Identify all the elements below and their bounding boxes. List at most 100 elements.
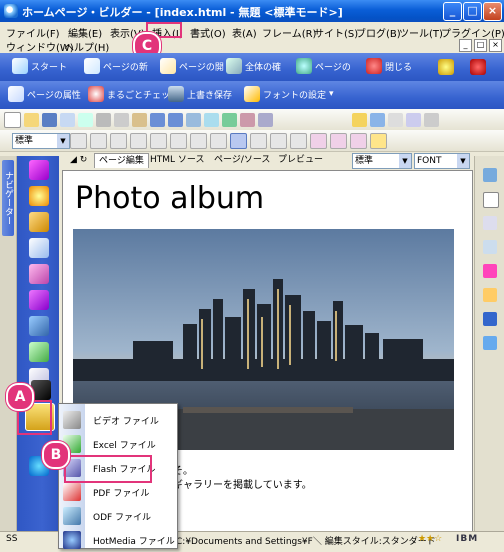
page-properties-button[interactable]: ページの属性 (8, 84, 81, 104)
folder-icon[interactable] (483, 288, 497, 302)
tab-page-edit[interactable]: ページ編集 (94, 153, 149, 168)
font-color-icon[interactable] (310, 133, 327, 149)
style-select[interactable]: 標準 ▼ (12, 133, 70, 149)
mdi-restore-button[interactable]: □ (474, 39, 487, 52)
menu-edit[interactable]: 編集(E) (68, 25, 102, 40)
save-button[interactable]: 上書き保存 (168, 84, 232, 104)
menu-frame[interactable]: フレーム(R) (262, 25, 316, 40)
world-icon[interactable] (483, 168, 497, 182)
mode-select[interactable]: 標準 ▼ (352, 153, 412, 169)
menu-item-hotmedia-file[interactable]: HotMedia ファイル (59, 528, 177, 552)
font-size-up-icon[interactable] (330, 133, 347, 149)
layer-icon[interactable] (29, 316, 49, 336)
rule-icon[interactable] (388, 113, 403, 127)
open-folder-icon[interactable] (24, 113, 39, 127)
mdi-minimize-button[interactable]: _ (459, 39, 472, 52)
close-page-button[interactable]: 閉じる (366, 56, 412, 76)
document-icon[interactable] (483, 192, 499, 208)
preview-icon[interactable] (78, 113, 93, 127)
bookmark-icon[interactable] (483, 312, 497, 326)
chevron-down-icon: ▼ (57, 134, 69, 148)
form-icon[interactable] (240, 113, 255, 127)
menu-table[interactable]: 表(A) (232, 25, 257, 40)
open-page-button[interactable]: ページの開 (160, 56, 224, 76)
font-settings-button[interactable]: フォントの設定 ▾ (244, 84, 334, 104)
copy-icon[interactable] (114, 113, 129, 127)
font-select[interactable]: FONT ▼ (414, 153, 470, 169)
tab-preview[interactable]: プレビュー (274, 153, 327, 167)
image-icon[interactable] (204, 113, 219, 127)
text-art-icon[interactable] (29, 160, 49, 180)
art-icon[interactable] (29, 290, 49, 310)
logo-icon[interactable] (29, 186, 49, 206)
edit-icon[interactable] (483, 240, 497, 254)
menu-item-pdf-file[interactable]: PDF ファイル (59, 480, 177, 504)
menu-file[interactable]: ファイル(F) (6, 25, 60, 40)
italic-icon[interactable] (250, 133, 267, 149)
page-heading[interactable]: Photo album (75, 181, 264, 216)
menu-plugin[interactable]: プラグイン(P) (441, 25, 504, 40)
chevron-down-icon: ▾ (329, 89, 334, 99)
status-mode: SS (6, 534, 18, 544)
indent-icon[interactable] (190, 133, 207, 149)
outdent-icon[interactable] (210, 133, 227, 149)
highlight-icon[interactable] (370, 133, 387, 149)
menu-format[interactable]: 書式(O) (190, 25, 226, 40)
menu-item-odf-file[interactable]: ODF ファイル (59, 504, 177, 528)
menu-help[interactable]: ヘルプ(H) (64, 39, 109, 54)
grid-table-icon[interactable] (29, 342, 49, 362)
numbered-list-icon[interactable] (170, 133, 187, 149)
blue-box-icon[interactable] (370, 113, 385, 127)
new-doc-icon[interactable] (4, 112, 21, 128)
align-center-icon[interactable] (90, 133, 107, 149)
close-button[interactable]: × (483, 2, 502, 21)
link-chain-icon[interactable] (29, 212, 49, 232)
justify-icon[interactable] (130, 133, 147, 149)
full-check-button[interactable]: まるごとチェック (88, 84, 179, 104)
sparkle-icon[interactable] (438, 59, 454, 75)
table-icon[interactable] (222, 113, 237, 127)
cut-icon[interactable] (96, 113, 111, 127)
underline-icon[interactable] (290, 133, 307, 149)
menu-tools[interactable]: ツール(T) (399, 25, 443, 40)
menu-item-excel-file[interactable]: Excel ファイル (59, 432, 177, 456)
start-button[interactable]: スタート (12, 56, 67, 76)
list-icon[interactable] (150, 133, 167, 149)
redo-icon[interactable] (168, 113, 183, 127)
link-icon[interactable] (186, 113, 201, 127)
shape-icon[interactable] (29, 264, 49, 284)
pencil-icon[interactable] (352, 113, 367, 127)
align-left-icon[interactable] (70, 133, 87, 149)
navigator-tab[interactable]: ナビゲーター (2, 160, 14, 236)
menu-site[interactable]: サイト(S) (314, 25, 358, 40)
align-right-icon[interactable] (110, 133, 127, 149)
tab-page-source[interactable]: ページ/ソース (210, 153, 274, 167)
bold-icon[interactable] (230, 133, 247, 149)
spell-icon[interactable] (258, 113, 273, 127)
save-disk-icon[interactable] (42, 113, 57, 127)
flash-file-highlight (64, 455, 152, 483)
minimize-button[interactable]: _ (443, 2, 462, 21)
image-file-icon[interactable] (29, 238, 49, 258)
overview-button[interactable]: 全体の確 (226, 56, 281, 76)
new-page-button[interactable]: ページの新 (84, 56, 148, 76)
grid-icon[interactable] (406, 113, 421, 127)
brush-icon[interactable] (31, 380, 51, 400)
alert-icon[interactable] (470, 59, 486, 75)
right-tool-panel (474, 156, 504, 531)
network-icon[interactable] (483, 336, 497, 350)
panel-icon[interactable] (483, 216, 497, 230)
print-icon[interactable] (60, 113, 75, 127)
page-button[interactable]: ページの (296, 56, 351, 76)
spark-icon[interactable] (483, 264, 497, 278)
menu-blog[interactable]: ブログ(B) (356, 25, 401, 40)
mdi-close-button[interactable]: × (489, 39, 502, 52)
strike-icon[interactable] (270, 133, 287, 149)
tab-html-source[interactable]: HTML ソース (146, 153, 208, 167)
more-icon[interactable] (424, 113, 439, 127)
undo-icon[interactable] (150, 113, 165, 127)
menu-item-video-file[interactable]: ビデオ ファイル (59, 408, 177, 432)
font-size-down-icon[interactable] (350, 133, 367, 149)
paste-icon[interactable] (132, 113, 147, 127)
maximize-button[interactable]: □ (463, 2, 482, 21)
